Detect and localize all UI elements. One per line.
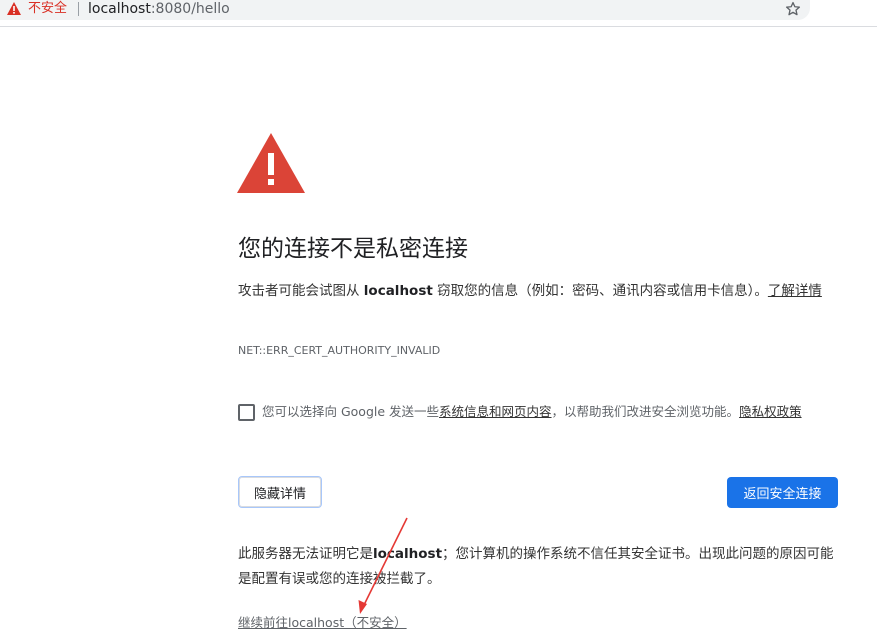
back-to-safety-button[interactable]: 返回安全连接 <box>727 477 838 508</box>
details-host: localhost <box>373 546 443 562</box>
opt-in-prefix: 您可以选择向 Google 发送一些 <box>262 404 440 419</box>
toolbar-divider <box>0 26 877 27</box>
proceed-unsafe-link[interactable]: 继续前往localhost（不安全） <box>238 614 407 632</box>
url-path: :8080/hello <box>150 1 230 17</box>
page-title: 您的连接不是私密连接 <box>238 236 468 262</box>
address-separator <box>78 2 79 16</box>
security-status-label[interactable]: 不安全 <box>28 0 67 18</box>
learn-more-link[interactable]: 了解详情 <box>768 283 822 299</box>
opt-in-middle: ，以帮助我们改进安全浏览功能。 <box>551 404 740 419</box>
error-code: NET::ERR_CERT_AUTHORITY_INVALID <box>238 344 441 357</box>
intro-host: localhost <box>363 283 433 299</box>
url-text[interactable]: localhost:8080/hello <box>88 0 230 18</box>
intro-text-after: 窃取您的信息（例如：密码、通讯内容或信用卡信息）。 <box>432 283 768 299</box>
intro-text-before: 攻击者可能会试图从 <box>238 283 364 299</box>
system-info-link[interactable]: 系统信息和网页内容 <box>439 404 552 419</box>
safe-browsing-checkbox[interactable] <box>238 404 255 421</box>
intro-paragraph: 攻击者可能会试图从 localhost 窃取您的信息（例如：密码、通讯内容或信用… <box>238 279 838 304</box>
hide-details-button[interactable]: 隐藏详情 <box>238 476 322 508</box>
large-warning-icon <box>237 133 305 193</box>
details-text-before: 此服务器无法证明它是 <box>238 546 373 562</box>
privacy-policy-link[interactable]: 隐私权政策 <box>739 404 802 419</box>
warning-triangle-icon <box>7 2 21 15</box>
opt-in-label: 您可以选择向 Google 发送一些系统信息和网页内容，以帮助我们改进安全浏览功… <box>262 403 802 421</box>
details-paragraph: 此服务器无法证明它是localhost；您计算机的操作系统不信任其安全证书。出现… <box>238 542 838 592</box>
star-icon[interactable] <box>784 0 802 18</box>
url-host: localhost <box>88 1 151 17</box>
